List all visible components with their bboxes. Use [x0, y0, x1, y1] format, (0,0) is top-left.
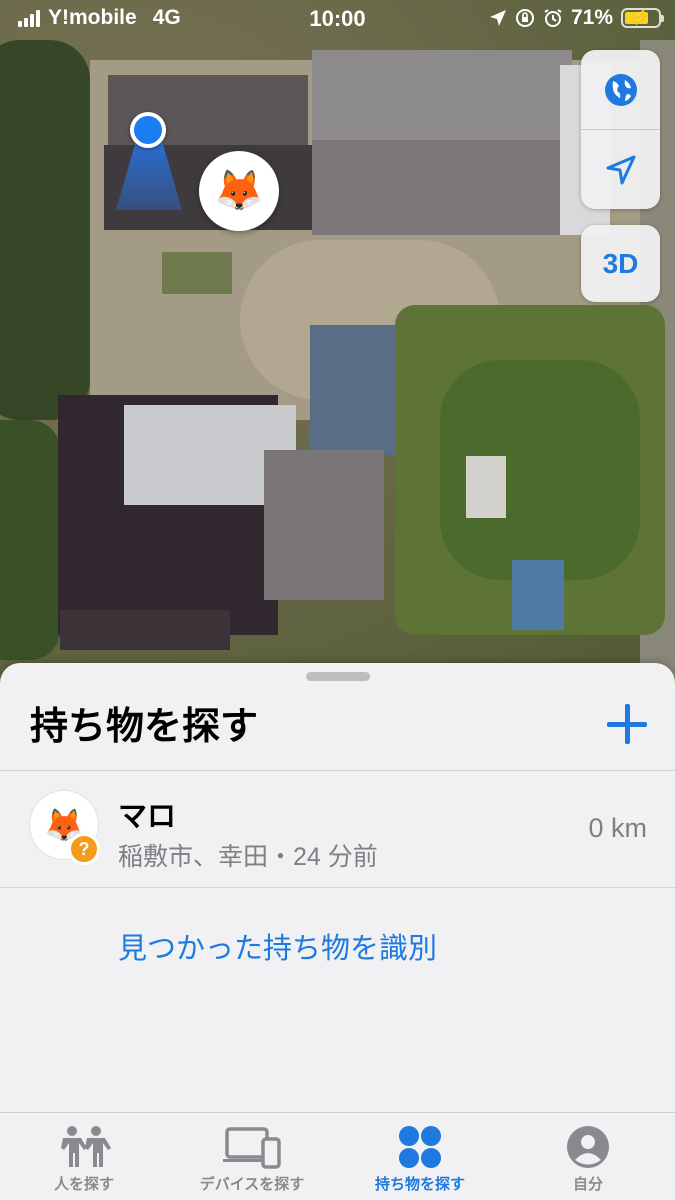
map-controls — [581, 50, 660, 209]
tab-people[interactable]: 人を探す — [0, 1113, 168, 1200]
map-building — [264, 450, 384, 600]
current-location-dot[interactable] — [130, 112, 166, 148]
tab-me[interactable]: 自分 — [504, 1113, 672, 1200]
map-trees — [0, 40, 90, 420]
item-row[interactable]: 🦊 ? マロ 稲敷市、幸田・24 分前 0 km — [0, 771, 675, 887]
sheet-grabber[interactable] — [306, 672, 370, 681]
me-icon — [567, 1126, 609, 1168]
people-icon — [61, 1126, 111, 1167]
devices-icon — [223, 1127, 281, 1169]
identify-found-item-link[interactable]: 見つかった持ち物を識別 — [118, 925, 437, 967]
map-building — [60, 610, 230, 650]
tab-label: 自分 — [572, 1176, 603, 1193]
map-building — [310, 325, 395, 455]
map-building — [466, 456, 506, 518]
location-services-icon — [489, 10, 506, 26]
battery-icon: ⚡ — [621, 8, 664, 28]
fox-icon: 🦊 — [214, 168, 264, 214]
item-map-pin[interactable]: 🦊 — [199, 151, 279, 231]
3d-toggle-button[interactable]: 3D — [581, 225, 660, 302]
map-building — [512, 560, 564, 630]
item-location-time: 稲敷市、幸田・24 分前 — [118, 843, 378, 871]
map-lawn — [162, 252, 232, 294]
alarm-icon — [544, 9, 562, 27]
unknown-location-badge: ? — [68, 833, 100, 865]
tab-label: デバイスを探す — [199, 1176, 305, 1193]
sheet-title: 持ち物を探す — [30, 706, 259, 748]
satellite-map[interactable]: 🦊 — [0, 0, 675, 700]
status-bar: Y!mobile 4G 10:00 71% ⚡ — [0, 0, 675, 38]
track-location-button[interactable] — [581, 129, 660, 209]
globe-icon — [604, 73, 637, 106]
items-icon — [399, 1126, 441, 1168]
tab-bar: 人を探す デバイスを探す 持ち物を探す 自分 — [0, 1112, 675, 1200]
map-type-button[interactable] — [581, 50, 660, 129]
add-item-button[interactable] — [607, 704, 647, 744]
tab-label: 人を探す — [53, 1176, 114, 1193]
battery-percent: 71% — [570, 6, 613, 29]
tab-items[interactable]: 持ち物を探す — [336, 1113, 504, 1200]
find-my-screen: 🦊 3D Y!mobile 4G 10:00 71% ⚡ 持ち物を探す 🦊 ? … — [0, 0, 675, 1200]
map-building — [312, 140, 572, 235]
tab-label: 持ち物を探す — [374, 1176, 465, 1193]
tab-devices[interactable]: デバイスを探す — [168, 1113, 336, 1200]
item-name: マロ — [118, 801, 177, 833]
3d-label: 3D — [602, 247, 639, 279]
map-trees — [0, 420, 60, 660]
divider — [0, 887, 675, 888]
rotation-lock-icon — [515, 9, 534, 27]
item-distance: 0 km — [588, 813, 647, 843]
location-arrow-icon — [606, 155, 635, 184]
